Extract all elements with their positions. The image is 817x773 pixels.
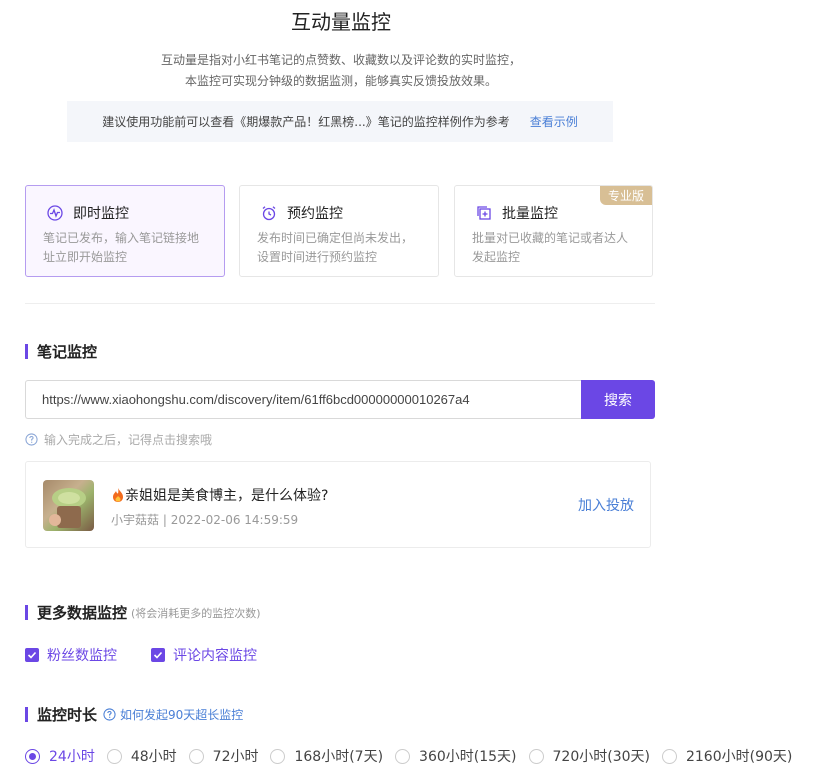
duration-title: 监控时长	[37, 706, 98, 724]
mode-card-scheduled[interactable]: 预约监控 发布时间已确定但尚未发出，设置时间进行预约监控	[239, 185, 439, 277]
search-hint: 输入完成之后，记得点击搜索哦	[25, 431, 212, 448]
tip-text: 建议使用功能前可以查看《期爆款产品！红黑榜...》笔记的监控样例作为参考	[102, 115, 510, 129]
duration-label: 720小时(30天)	[552, 749, 650, 765]
comment-monitor-label: 评论内容监控	[173, 648, 257, 664]
heading-accent-bar	[25, 605, 28, 620]
duration-option-720h[interactable]: 720小时(30天)	[528, 746, 650, 766]
mode-label-batch: 批量监控	[502, 206, 558, 222]
pulse-icon	[47, 205, 63, 221]
note-title: 亲姐姐是美食博主，是什么体验?	[111, 485, 328, 505]
duration-option-48h[interactable]: 48小时	[106, 746, 177, 766]
note-result-card: 亲姐姐是美食博主，是什么体验? 小宇菇菇 | 2022-02-06 14:59:…	[25, 461, 651, 548]
duration-option-2160h[interactable]: 2160小时(90天)	[661, 746, 793, 766]
radio-icon[interactable]	[106, 748, 122, 764]
radio-icon[interactable]	[188, 748, 204, 764]
fans-monitor-label: 粉丝数监控	[47, 648, 117, 664]
mode-card-batch[interactable]: 专业版 批量监控 批量对已收藏的笔记或者达人发起监控	[454, 185, 653, 277]
long-monitor-help-link[interactable]: 如何发起90天超长监控	[103, 706, 243, 723]
alarm-clock-icon	[262, 206, 276, 221]
search-button[interactable]: 搜索	[581, 380, 655, 419]
search-bar: 搜索	[25, 380, 655, 419]
note-author: 小宇菇菇	[111, 513, 160, 527]
duration-label: 72小时	[212, 749, 259, 765]
duration-label: 24小时	[49, 749, 95, 765]
duration-option-168h[interactable]: 168小时(7天)	[270, 746, 383, 766]
question-circle-icon	[25, 433, 38, 446]
heading-accent-bar	[25, 344, 28, 359]
duration-label: 360小时(15天)	[419, 749, 517, 765]
note-url-input[interactable]	[25, 380, 581, 419]
duration-option-72h[interactable]: 72小时	[188, 746, 259, 766]
page-title: 互动量监控	[291, 10, 391, 34]
duration-option-360h[interactable]: 360小时(15天)	[395, 746, 517, 766]
add-to-campaign-link[interactable]: 加入投放	[578, 495, 634, 515]
intro-line-1: 互动量是指对小红书笔记的点赞数、收藏数以及评论数的实时监控，	[160, 53, 521, 67]
meta-separator: |	[162, 513, 167, 527]
mode-desc-batch: 批量对已收藏的笔记或者达人发起监控	[472, 231, 629, 264]
more-data-subtitle: (将会消耗更多的监控次数)	[131, 606, 261, 620]
view-example-link[interactable]: 查看示例	[530, 113, 578, 130]
question-circle-icon	[103, 708, 116, 721]
long-monitor-help-text: 如何发起90天超长监控	[120, 708, 244, 722]
intro-text: 互动量是指对小红书笔记的点赞数、收藏数以及评论数的实时监控， 本监控可实现分钟级…	[0, 50, 682, 92]
note-date: 2022-02-06 14:59:59	[170, 513, 299, 527]
note-meta: 小宇菇菇 | 2022-02-06 14:59:59	[111, 511, 298, 528]
duration-option-24h[interactable]: 24小时	[25, 746, 95, 766]
note-monitor-title: 笔记监控	[37, 343, 98, 361]
duration-label: 2160小时(90天)	[685, 749, 793, 765]
duration-radio-group: 24小时 48小时 72小时 168小时(7天) 360小时(15天) 720小…	[25, 746, 804, 766]
duration-label: 168小时(7天)	[294, 749, 384, 765]
intro-line-2: 本监控可实现分钟级的数据监测，能够真实反馈投放效果。	[184, 74, 497, 88]
example-tip-box: 建议使用功能前可以查看《期爆款产品！红黑榜...》笔记的监控样例作为参考 查看示…	[67, 101, 613, 142]
fire-icon	[113, 488, 123, 502]
note-title-text: 亲姐姐是美食博主，是什么体验?	[125, 488, 329, 504]
radio-selected-icon[interactable]	[25, 748, 40, 764]
radio-icon[interactable]	[528, 748, 544, 764]
radio-icon[interactable]	[270, 748, 286, 764]
mode-card-instant[interactable]: 即时监控 笔记已发布，输入笔记链接地址立即开始监控	[25, 185, 225, 277]
radio-icon[interactable]	[395, 748, 411, 764]
duration-label: 48小时	[130, 749, 177, 765]
batch-add-icon	[477, 206, 491, 220]
mode-label-instant: 即时监控	[73, 206, 129, 222]
note-monitor-heading: 笔记监控	[25, 341, 97, 362]
note-thumbnail	[43, 480, 94, 531]
checkbox-checked-icon[interactable]	[151, 648, 165, 662]
mode-desc-instant: 笔记已发布，输入笔记链接地址立即开始监控	[43, 231, 200, 264]
duration-heading: 监控时长 如何发起90天超长监控	[25, 704, 243, 725]
checkbox-checked-icon[interactable]	[25, 648, 39, 662]
divider	[25, 303, 655, 304]
more-data-title: 更多数据监控	[37, 604, 128, 622]
comment-monitor-checkbox[interactable]: 评论内容监控	[151, 645, 257, 665]
mode-desc-scheduled: 发布时间已确定但尚未发出，设置时间进行预约监控	[257, 231, 414, 264]
heading-accent-bar	[25, 707, 28, 722]
hint-text: 输入完成之后，记得点击搜索哦	[44, 433, 213, 447]
more-data-heading: 更多数据监控 (将会消耗更多的监控次数)	[25, 602, 261, 623]
radio-icon[interactable]	[661, 748, 677, 764]
fans-monitor-checkbox[interactable]: 粉丝数监控	[25, 645, 117, 665]
mode-label-scheduled: 预约监控	[287, 206, 343, 222]
pro-version-badge: 专业版	[599, 186, 652, 205]
